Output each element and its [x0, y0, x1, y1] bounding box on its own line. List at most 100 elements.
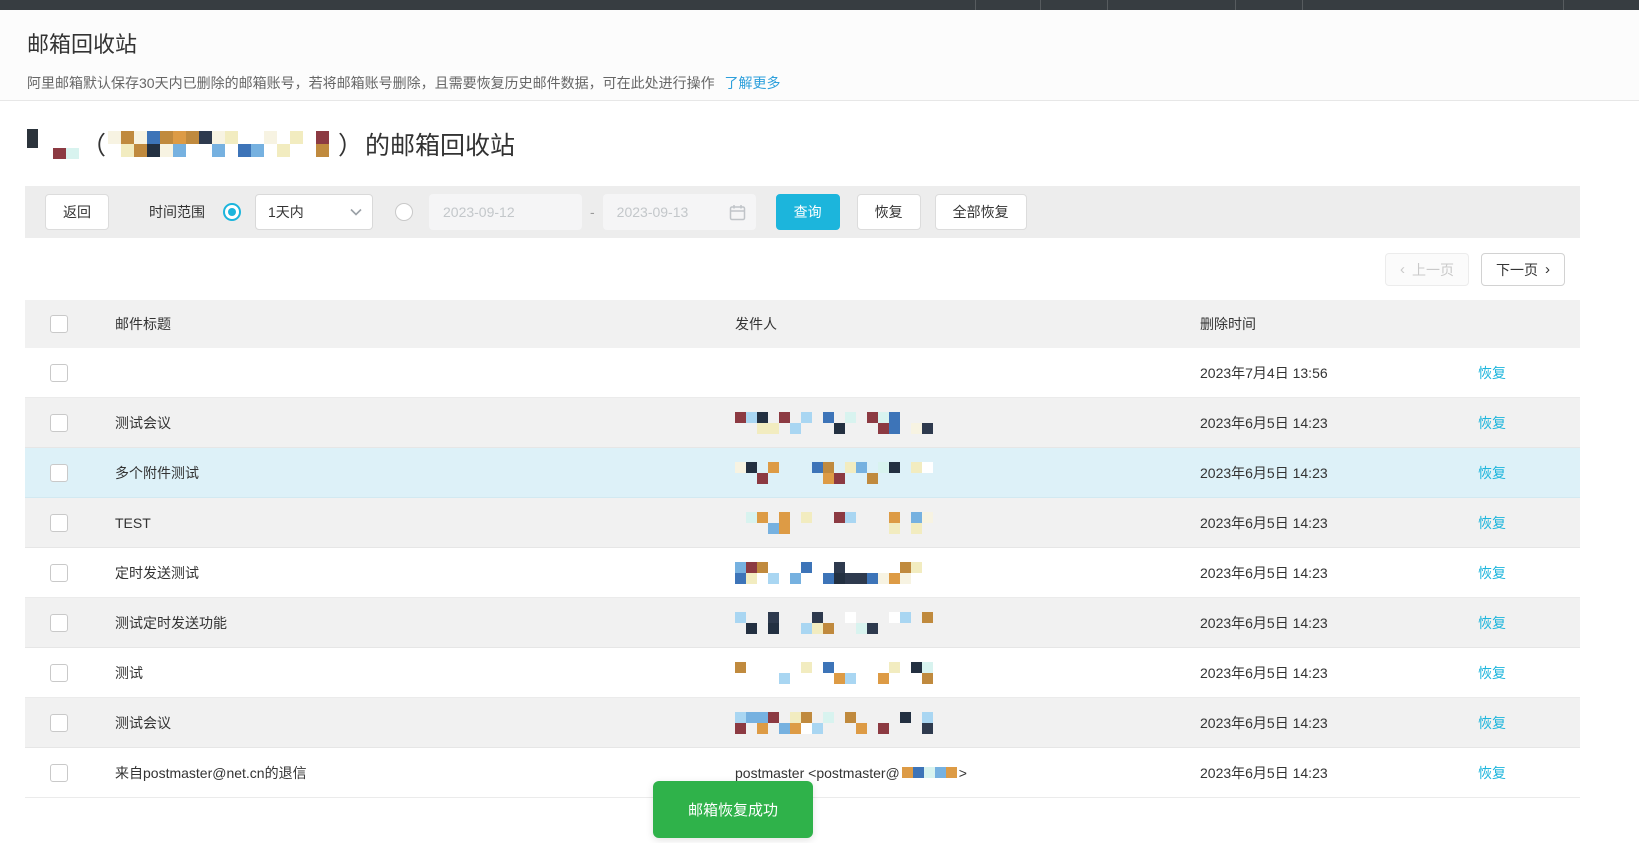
redacted-sender — [735, 411, 940, 435]
table-row: 测试 2023年6月5日 14:23 恢复 — [25, 648, 1580, 698]
custom-range-radio[interactable] — [395, 203, 413, 221]
mail-sender-cell — [735, 561, 1200, 585]
row-checkbox[interactable] — [50, 414, 68, 432]
restore-all-button[interactable]: 全部恢复 — [935, 194, 1027, 230]
mail-title-cell: 测试 — [115, 663, 735, 683]
mail-title-cell: 多个附件测试 — [115, 463, 735, 483]
recover-link[interactable]: 恢复 — [1478, 365, 1506, 381]
select-all-checkbox[interactable] — [50, 315, 68, 333]
delete-time-cell: 2023年6月5日 14:23 — [1200, 763, 1478, 783]
row-checkbox[interactable] — [50, 764, 68, 782]
table-header: 邮件标题 发件人 删除时间 — [25, 300, 1580, 348]
mail-sender-cell — [735, 611, 1200, 635]
header-sender: 发件人 — [735, 314, 1200, 334]
success-toast: 邮箱恢复成功 — [653, 781, 813, 838]
delete-time-cell: 2023年7月4日 13:56 — [1200, 363, 1478, 383]
redacted-sender-domain — [902, 766, 957, 780]
mail-sender-cell — [735, 711, 1200, 735]
delete-time-cell: 2023年6月5日 14:23 — [1200, 663, 1478, 683]
delete-time-cell: 2023年6月5日 14:23 — [1200, 463, 1478, 483]
recover-link[interactable]: 恢复 — [1478, 765, 1506, 781]
page-description-text: 阿里邮箱默认保存30天内已删除的邮箱账号，若将邮箱账号删除，且需要恢复历史邮件数… — [27, 75, 715, 91]
pagination: ‹ 上一页 下一页 › — [1385, 253, 1565, 286]
row-checkbox[interactable] — [50, 614, 68, 632]
table-row: 多个附件测试 2023年6月5日 14:23 恢复 — [25, 448, 1580, 498]
table-row: 测试定时发送功能 2023年6月5日 14:23 恢复 — [25, 598, 1580, 648]
page-title: 邮箱回收站 — [27, 27, 1639, 59]
next-page-label: 下一页 — [1496, 260, 1538, 280]
learn-more-link[interactable]: 了解更多 — [724, 75, 780, 91]
prev-page-button[interactable]: ‹ 上一页 — [1385, 253, 1469, 286]
recover-link[interactable]: 恢复 — [1478, 515, 1506, 531]
table-body: 2023年7月4日 13:56 恢复 测试会议 2023年6月5日 14:23 … — [25, 348, 1580, 798]
redacted-account-email — [108, 129, 336, 159]
page-header: 邮箱回收站 阿里邮箱默认保存30天内已删除的邮箱账号，若将邮箱账号删除，且需要恢… — [0, 10, 1639, 101]
mail-title-cell: 测试会议 — [115, 713, 735, 733]
redacted-sender — [735, 561, 940, 585]
paren-close: ） — [338, 126, 363, 162]
date-start-value: 2023-09-12 — [443, 204, 515, 220]
row-checkbox[interactable] — [50, 364, 68, 382]
table-row: 定时发送测试 2023年6月5日 14:23 恢复 — [25, 548, 1580, 598]
redacted-account-name — [27, 129, 79, 159]
time-range-label: 时间范围 — [149, 202, 205, 222]
calendar-icon — [729, 204, 746, 221]
date-start-input[interactable]: 2023-09-12 — [429, 194, 582, 230]
redacted-sender — [735, 461, 940, 485]
delete-time-cell: 2023年6月5日 14:23 — [1200, 613, 1478, 633]
preset-range-radio[interactable] — [223, 203, 241, 221]
account-section: （ ） 的邮箱回收站 — [0, 101, 1639, 186]
recover-link[interactable]: 恢复 — [1478, 415, 1506, 431]
redacted-sender — [735, 611, 940, 635]
delete-time-cell: 2023年6月5日 14:23 — [1200, 513, 1478, 533]
recover-link[interactable]: 恢复 — [1478, 715, 1506, 731]
success-toast-message: 邮箱恢复成功 — [688, 799, 778, 820]
date-end-value: 2023-09-13 — [617, 204, 689, 220]
row-checkbox[interactable] — [50, 714, 68, 732]
search-button[interactable]: 查询 — [776, 194, 840, 230]
back-button[interactable]: 返回 — [45, 194, 109, 230]
redacted-sender — [735, 511, 940, 535]
top-nav-bar — [0, 0, 1639, 10]
recycle-table: 邮件标题 发件人 删除时间 2023年7月4日 13:56 恢复 测试会议 20… — [25, 300, 1580, 798]
filter-bar: 返回 时间范围 1天内 2023-09-12 - 2023-09-13 查询 恢… — [25, 186, 1580, 238]
prev-page-label: 上一页 — [1412, 260, 1454, 280]
table-row: 测试会议 2023年6月5日 14:23 恢复 — [25, 398, 1580, 448]
mail-sender-cell: postmaster <postmaster@> — [735, 765, 1200, 781]
prev-arrow-icon: ‹ — [1400, 261, 1405, 278]
next-page-button[interactable]: 下一页 › — [1481, 253, 1565, 286]
delete-time-cell: 2023年6月5日 14:23 — [1200, 713, 1478, 733]
row-checkbox[interactable] — [50, 514, 68, 532]
restore-button[interactable]: 恢复 — [857, 194, 921, 230]
chevron-down-icon — [350, 208, 362, 216]
mail-sender-cell — [735, 511, 1200, 535]
mail-title-cell: 定时发送测试 — [115, 563, 735, 583]
mail-sender-cell — [735, 661, 1200, 685]
preset-range-value: 1天内 — [268, 202, 304, 222]
recover-link[interactable]: 恢复 — [1478, 465, 1506, 481]
row-checkbox[interactable] — [50, 664, 68, 682]
next-arrow-icon: › — [1545, 261, 1550, 278]
delete-time-cell: 2023年6月5日 14:23 — [1200, 413, 1478, 433]
recover-link[interactable]: 恢复 — [1478, 665, 1506, 681]
redacted-sender — [735, 661, 940, 685]
mail-sender-cell — [735, 411, 1200, 435]
table-row: TEST 2023年6月5日 14:23 恢复 — [25, 498, 1580, 548]
account-title-suffix: 的邮箱回收站 — [365, 126, 515, 162]
recover-link[interactable]: 恢复 — [1478, 565, 1506, 581]
delete-time-cell: 2023年6月5日 14:23 — [1200, 563, 1478, 583]
paren-open: （ — [81, 126, 106, 162]
mail-sender-cell — [735, 461, 1200, 485]
date-end-input[interactable]: 2023-09-13 — [603, 194, 756, 230]
account-recycle-title: （ ） 的邮箱回收站 — [27, 126, 515, 162]
table-row: 测试会议 2023年6月5日 14:23 恢复 — [25, 698, 1580, 748]
header-mail-title: 邮件标题 — [115, 314, 735, 334]
table-row: 2023年7月4日 13:56 恢复 — [25, 348, 1580, 398]
row-checkbox[interactable] — [50, 564, 68, 582]
recover-link[interactable]: 恢复 — [1478, 615, 1506, 631]
redacted-sender — [735, 711, 940, 735]
preset-range-select[interactable]: 1天内 — [255, 194, 373, 230]
row-checkbox[interactable] — [50, 464, 68, 482]
date-range-separator: - — [590, 204, 595, 220]
mail-title-cell: 测试会议 — [115, 413, 735, 433]
